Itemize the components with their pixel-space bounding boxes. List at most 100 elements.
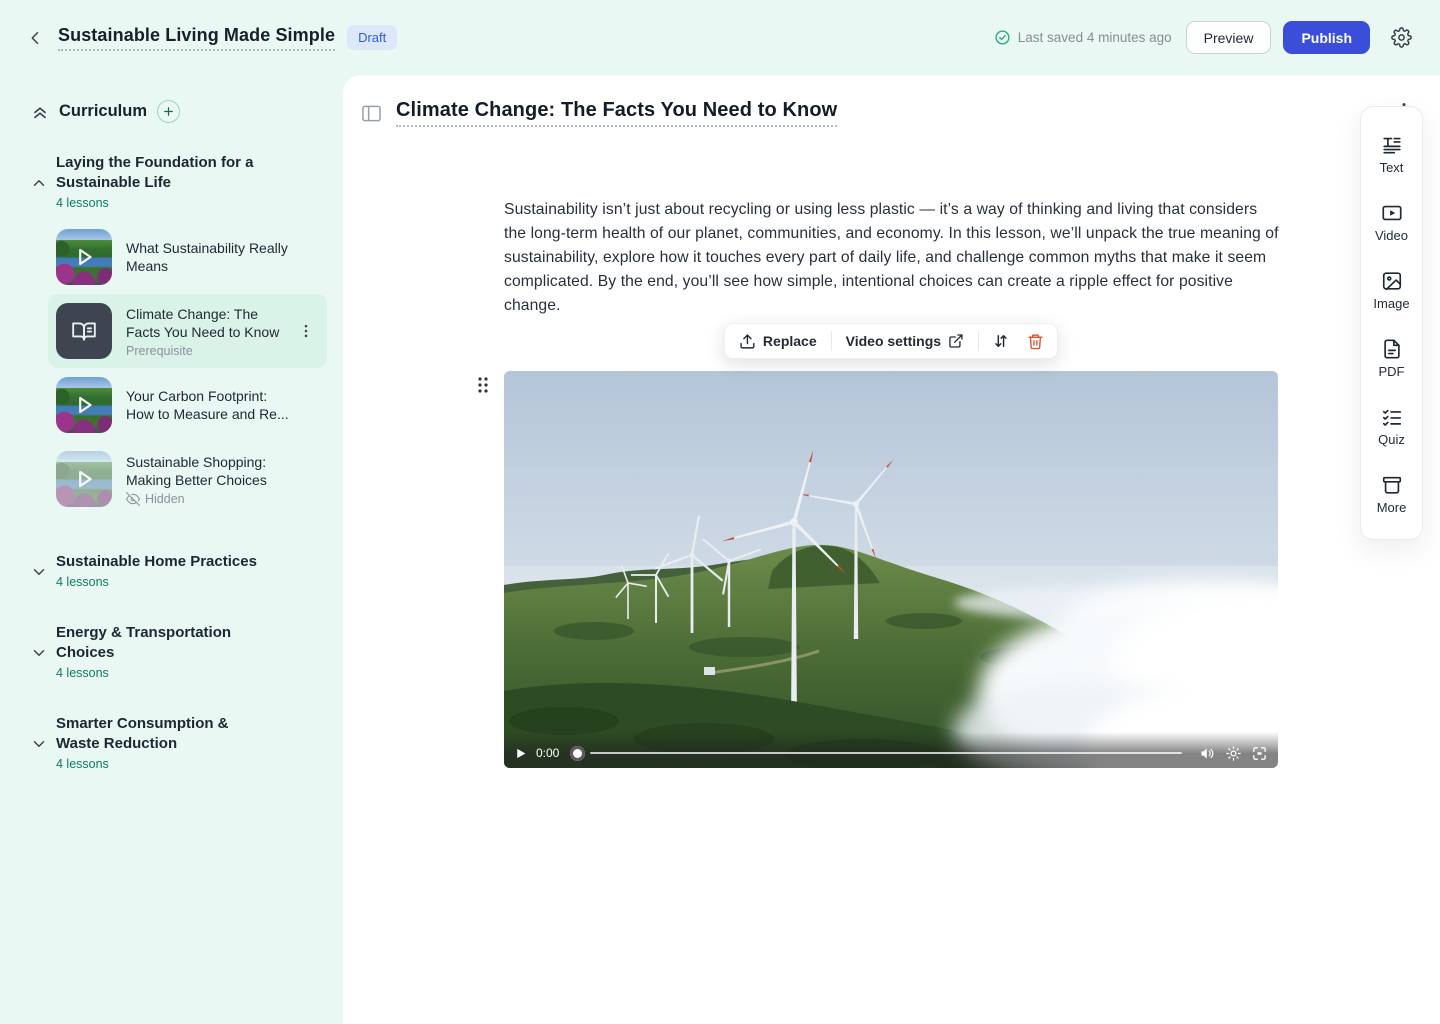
chevron-down-icon[interactable]: [30, 644, 48, 662]
lesson-count: 4 lessons: [56, 757, 270, 771]
lesson-title: Sustainable Shopping: Making Better Choi…: [126, 453, 290, 489]
progress-track[interactable]: [590, 752, 1182, 755]
settings-button[interactable]: [1386, 23, 1416, 53]
chevron-down-icon[interactable]: [30, 563, 48, 581]
scrubber-handle[interactable]: [570, 746, 585, 761]
top-header: Sustainable Living Made Simple Draft Las…: [0, 0, 1440, 75]
insert-quiz-button[interactable]: Quiz: [1361, 392, 1422, 460]
insert-image-button[interactable]: Image: [1361, 256, 1422, 324]
block-drag-handle[interactable]: [476, 376, 490, 394]
lesson-editor-panel: Climate Change: The Facts You Need to Kn…: [343, 75, 1440, 1024]
replace-video-button[interactable]: Replace: [735, 333, 821, 350]
eye-off-icon: [126, 492, 140, 506]
add-section-button[interactable]: [157, 100, 180, 123]
lesson-item-carbon-footprint[interactable]: Your Carbon Footprint: How to Measure an…: [48, 368, 327, 442]
lesson-title: Climate Change: The Facts You Need to Kn…: [126, 305, 290, 341]
external-link-icon: [948, 333, 964, 349]
back-button[interactable]: [22, 24, 50, 52]
publish-button[interactable]: Publish: [1283, 21, 1370, 54]
video-block-icon: [1381, 202, 1403, 224]
lesson-reading-thumbnail: [56, 303, 112, 359]
play-overlay-icon: [56, 451, 112, 507]
insert-block-toolbar: Text Video Image PDF Quiz More: [1360, 106, 1423, 540]
toggle-sidebar-icon[interactable]: [362, 105, 381, 122]
lesson-video-thumbnail: [56, 229, 112, 285]
player-settings-icon[interactable]: [1225, 745, 1242, 762]
course-title[interactable]: Sustainable Living Made Simple: [58, 25, 335, 51]
lesson-item-sustainable-shopping[interactable]: Sustainable Shopping: Making Better Choi…: [48, 442, 327, 516]
lesson-intro-paragraph[interactable]: Sustainability isn’t just about recyclin…: [504, 198, 1280, 318]
trash-icon: [1027, 333, 1044, 350]
video-settings-label: Video settings: [846, 333, 941, 349]
toolbar-divider: [978, 331, 979, 351]
volume-icon[interactable]: [1199, 745, 1216, 762]
preview-button[interactable]: Preview: [1186, 21, 1272, 54]
toolbar-divider: [831, 331, 832, 351]
lesson-video-thumbnail: [56, 377, 112, 433]
lesson-count: 4 lessons: [56, 575, 257, 589]
lesson-text: What Sustainability Really Means: [126, 239, 290, 275]
kebab-menu-icon: [297, 322, 315, 340]
course-builder-app: Sustainable Living Made Simple Draft Las…: [0, 0, 1440, 1024]
quiz-block-icon: [1381, 406, 1403, 428]
video-player[interactable]: 0:00: [504, 371, 1278, 768]
section-title: Sustainable Home Practices: [56, 552, 257, 572]
current-time: 0:00: [536, 746, 559, 760]
fullscreen-icon[interactable]: [1251, 745, 1268, 762]
curriculum-header: Curriculum: [16, 100, 327, 123]
lesson-item-climate-change[interactable]: Climate Change: The Facts You Need to Kn…: [48, 294, 327, 368]
chevron-up-icon[interactable]: [30, 174, 48, 192]
drag-dots-icon: [476, 376, 490, 394]
insert-video-button[interactable]: Video: [1361, 188, 1422, 256]
lesson-video-thumbnail-hidden: [56, 451, 112, 507]
delete-block-button[interactable]: [1023, 329, 1047, 353]
block-label: Quiz: [1378, 432, 1405, 447]
lesson-page-title[interactable]: Climate Change: The Facts You Need to Kn…: [396, 99, 837, 127]
block-label: Video: [1375, 228, 1408, 243]
lesson-item-what-sustainability[interactable]: What Sustainability Really Means: [48, 220, 327, 294]
play-overlay-icon: [56, 229, 112, 285]
play-overlay-icon: [56, 377, 112, 433]
gear-icon: [1391, 27, 1412, 48]
lesson-title: Your Carbon Footprint: How to Measure an…: [126, 387, 290, 423]
upload-icon: [739, 333, 756, 350]
lesson-badge-hidden: Hidden: [126, 492, 290, 506]
lesson-list: What Sustainability Really Means Climate…: [16, 220, 327, 516]
lesson-text: Climate Change: The Facts You Need to Kn…: [126, 305, 290, 358]
save-status-text: Last saved 4 minutes ago: [1018, 30, 1172, 45]
book-open-icon: [71, 318, 97, 344]
section-laying-the-foundation[interactable]: Laying the Foundation for a Sustainable …: [16, 153, 327, 210]
image-block-icon: [1381, 270, 1403, 292]
section-home-practices[interactable]: Sustainable Home Practices 4 lessons: [16, 552, 327, 589]
lesson-text: Sustainable Shopping: Making Better Choi…: [126, 453, 290, 506]
check-circle-icon: [994, 29, 1011, 46]
chevron-down-icon[interactable]: [30, 735, 48, 753]
insert-text-button[interactable]: Text: [1361, 120, 1422, 188]
section-title: Smarter Consumption & Waste Reduction: [56, 714, 270, 754]
lesson-header: Climate Change: The Facts You Need to Kn…: [362, 99, 837, 127]
video-controls-bar: 0:00: [504, 732, 1278, 768]
status-badge: Draft: [347, 25, 397, 50]
curriculum-sidebar: Curriculum Laying the Foundation for a S…: [0, 75, 343, 1024]
section-body: Laying the Foundation for a Sustainable …: [56, 153, 270, 210]
collapse-all-button[interactable]: [30, 102, 50, 122]
text-block-icon: [1381, 134, 1403, 156]
lesson-menu-button[interactable]: [297, 322, 315, 340]
lesson-title: What Sustainability Really Means: [126, 239, 290, 275]
play-button[interactable]: [514, 747, 527, 760]
section-energy-transportation[interactable]: Energy & Transportation Choices 4 lesson…: [16, 623, 327, 680]
video-settings-button[interactable]: Video settings: [842, 333, 968, 349]
lesson-text: Your Carbon Footprint: How to Measure an…: [126, 387, 290, 423]
section-smarter-consumption[interactable]: Smarter Consumption & Waste Reduction 4 …: [16, 714, 327, 771]
move-block-button[interactable]: [989, 329, 1013, 353]
video-controls-inner: 0:00: [504, 742, 1278, 768]
lesson-count: 4 lessons: [56, 196, 270, 210]
section-body: Sustainable Home Practices 4 lessons: [56, 552, 257, 589]
video-preview-image: [504, 371, 1278, 768]
section-body: Smarter Consumption & Waste Reduction 4 …: [56, 714, 270, 771]
double-chevron-up-icon: [30, 102, 50, 122]
block-label: Text: [1380, 160, 1404, 175]
insert-more-button[interactable]: More: [1361, 460, 1422, 528]
block-label: More: [1377, 500, 1407, 515]
insert-pdf-button[interactable]: PDF: [1361, 324, 1422, 392]
